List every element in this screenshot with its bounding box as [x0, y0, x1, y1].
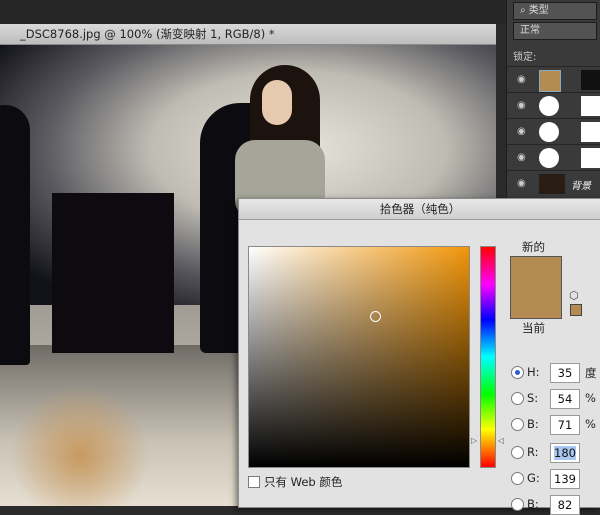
red-label: R:: [527, 445, 539, 459]
new-color-swatch: [510, 256, 562, 319]
slider-left-arrow-icon[interactable]: ▷: [471, 436, 477, 445]
layer-filter-label: ⌕ 类型: [520, 5, 549, 16]
layer-row[interactable]: ◉: [507, 66, 600, 93]
hue-slider[interactable]: [480, 246, 496, 468]
eye-icon[interactable]: ◉: [517, 74, 526, 85]
adjustment-layer-icon: [539, 122, 559, 142]
color-selector-circle[interactable]: [370, 311, 381, 322]
blend-mode-select[interactable]: 正常: [513, 22, 597, 40]
eye-icon[interactable]: ◉: [517, 152, 526, 163]
red-radio[interactable]: [511, 446, 524, 459]
saturation-unit: %: [585, 391, 596, 405]
saturation-input[interactable]: 54: [550, 389, 580, 409]
options-bar: [0, 0, 506, 24]
adjustment-layer-icon: [539, 96, 559, 116]
color-picker-dialog: 拾色器（纯色） ▷ ◁ 新的 当前 ⬡ H: 35 度 S: 54 % B: 7…: [238, 198, 600, 515]
hue-label: H:: [527, 365, 540, 379]
layer-thumbnail: [539, 70, 561, 92]
brightness-radio[interactable]: [511, 418, 524, 431]
web-colors-only-checkbox[interactable]: [248, 476, 260, 488]
saturation-value: 54: [557, 392, 573, 406]
dialog-title: 拾色器（纯色）: [239, 199, 600, 220]
slider-right-arrow-icon[interactable]: ◁: [498, 436, 504, 445]
eye-icon[interactable]: ◉: [517, 100, 526, 111]
brightness-value: 71: [557, 418, 573, 432]
layer-filter-select[interactable]: ⌕ 类型: [513, 2, 597, 20]
hue-radio[interactable]: [511, 366, 524, 379]
brightness-label: B:: [527, 417, 539, 431]
photo-chair-left: [0, 105, 30, 365]
eye-icon[interactable]: ◉: [517, 126, 526, 137]
green-input[interactable]: 139: [550, 469, 580, 489]
document-tab[interactable]: _DSC8768.jpg @ 100% (渐变映射 1, RGB/8) *: [0, 24, 496, 45]
hue-value: 35: [557, 366, 573, 380]
hue-unit: 度: [585, 366, 597, 380]
current-color-label: 当前: [522, 321, 545, 335]
layer-mask-thumbnail: [581, 70, 600, 90]
green-label: G:: [527, 471, 540, 485]
web-safe-color-swatch[interactable]: [570, 304, 582, 316]
green-radio[interactable]: [511, 472, 524, 485]
lock-row: 锁定:: [513, 48, 536, 63]
red-input[interactable]: 180: [550, 443, 580, 463]
adjustment-layer-icon: [539, 148, 559, 168]
layer-row[interactable]: ◉: [507, 118, 600, 145]
brightness-unit: %: [585, 417, 596, 431]
green-value: 139: [554, 472, 576, 486]
layer-mask-thumbnail: [581, 96, 600, 116]
layer-row[interactable]: ◉: [507, 144, 600, 171]
lock-label: 锁定:: [513, 52, 537, 63]
layer-mask-thumbnail: [581, 148, 600, 168]
new-color-label: 新的: [522, 240, 545, 254]
layer-row-background[interactable]: ◉ 背景: [507, 170, 600, 197]
document-tab-title: _DSC8768.jpg @ 100% (渐变映射 1, RGB/8) *: [20, 27, 275, 41]
photo-nightstand: [52, 193, 174, 353]
cube-icon[interactable]: ⬡: [569, 289, 579, 302]
blue-label: B:: [527, 497, 539, 511]
hue-input[interactable]: 35: [550, 363, 580, 383]
eye-icon[interactable]: ◉: [517, 178, 526, 189]
blue-radio[interactable]: [511, 498, 524, 511]
blend-mode-label: 正常: [520, 25, 540, 36]
saturation-radio[interactable]: [511, 392, 524, 405]
saturation-label: S:: [527, 391, 539, 405]
photo-person-face: [262, 80, 292, 125]
layer-mask-thumbnail: [581, 122, 600, 142]
layer-name: 背景: [571, 181, 591, 192]
web-colors-only-label: 只有 Web 颜色: [264, 475, 343, 489]
blue-value: 82: [557, 498, 573, 512]
red-value: 180: [554, 446, 576, 460]
saturation-brightness-field[interactable]: [248, 246, 470, 468]
blue-input[interactable]: 82: [550, 495, 580, 515]
brightness-input[interactable]: 71: [550, 415, 580, 435]
layer-row[interactable]: ◉: [507, 92, 600, 119]
background-thumbnail: [539, 174, 565, 194]
